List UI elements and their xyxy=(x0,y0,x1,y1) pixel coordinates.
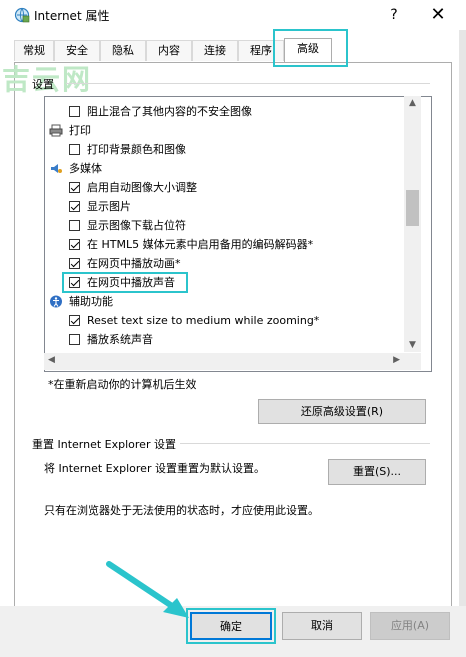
setting-row[interactable]: Reset text size to medium while zooming* xyxy=(45,311,405,330)
setting-row[interactable]: 阻止混合了其他内容的不安全图像 xyxy=(45,102,405,121)
checkbox[interactable] xyxy=(69,144,80,155)
setting-row[interactable]: 在网页中播放动画* xyxy=(45,254,405,273)
setting-row[interactable]: 打印背景颜色和图像 xyxy=(45,140,405,159)
play-sounds-highlight-box xyxy=(62,272,188,293)
horizontal-scrollbar[interactable]: ◀ ▶ xyxy=(44,353,404,370)
ie-globe-icon xyxy=(14,7,30,23)
checkbox[interactable] xyxy=(69,239,80,250)
setting-row[interactable]: 启用自动图像大小调整 xyxy=(45,178,405,197)
scroll-up-arrow-icon[interactable]: ▲ xyxy=(404,98,421,108)
scroll-left-arrow-icon[interactable]: ◀ xyxy=(48,355,55,365)
setting-label: 播放系统声音 xyxy=(87,333,153,346)
tab-content[interactable]: 内容 xyxy=(146,40,192,61)
setting-label: 阻止混合了其他内容的不安全图像 xyxy=(87,105,252,118)
tab-connections[interactable]: 连接 xyxy=(192,40,238,61)
tab-highlight-box xyxy=(273,29,348,67)
setting-label: 打印背景颜色和图像 xyxy=(87,143,186,156)
category-label: 多媒体 xyxy=(69,162,102,175)
checkbox[interactable] xyxy=(69,258,80,269)
setting-row[interactable]: 显示图片 xyxy=(45,197,405,216)
setting-label: Reset text size to medium while zooming* xyxy=(87,314,320,327)
restart-note: *在重新启动你的计算机后生效 xyxy=(48,378,197,391)
settings-divider xyxy=(66,83,430,84)
checkbox[interactable] xyxy=(69,220,80,231)
setting-label: 在网页中播放动画* xyxy=(87,257,181,270)
tab-privacy[interactable]: 隐私 xyxy=(100,40,146,61)
printer-icon xyxy=(49,124,63,137)
setting-category: 辅助功能 xyxy=(45,292,405,311)
setting-category: 多媒体 xyxy=(45,159,405,178)
close-button[interactable]: ✕ xyxy=(424,4,452,26)
reset-description: 将 Internet Explorer 设置重置为默认设置。 xyxy=(44,462,265,475)
reset-section-title: 重置 Internet Explorer 设置 xyxy=(32,438,176,451)
scroll-right-arrow-icon[interactable]: ▶ xyxy=(393,355,400,365)
cancel-button[interactable]: 取消 xyxy=(282,612,362,640)
checkbox[interactable] xyxy=(69,182,80,193)
restore-advanced-settings-button[interactable]: 还原高级设置(R) xyxy=(258,399,426,424)
scroll-down-arrow-icon[interactable]: ▼ xyxy=(404,340,421,350)
setting-label: 启用自动图像大小调整 xyxy=(87,181,197,194)
checkbox[interactable] xyxy=(69,315,80,326)
setting-label: 显示图像下载占位符 xyxy=(87,219,186,232)
reset-warning: 只有在浏览器处于无法使用的状态时，才应使用此设置。 xyxy=(44,504,319,517)
reset-divider xyxy=(180,443,430,444)
setting-row[interactable]: 播放系统声音 xyxy=(45,330,405,349)
help-button[interactable]: ? xyxy=(380,4,408,26)
ok-highlight-box xyxy=(186,608,276,644)
checkbox[interactable] xyxy=(69,106,80,117)
category-label: 辅助功能 xyxy=(69,295,113,308)
setting-label: 显示图片 xyxy=(87,200,131,213)
apply-button[interactable]: 应用(A) xyxy=(370,612,450,640)
multimedia-icon xyxy=(49,162,63,175)
annotation-arrow-icon xyxy=(106,561,189,618)
settings-group-label: 设置 xyxy=(32,78,54,91)
reset-button[interactable]: 重置(S)... xyxy=(328,459,426,485)
checkbox[interactable] xyxy=(69,334,80,345)
setting-row[interactable]: 在 HTML5 媒体元素中启用备用的编码解码器* xyxy=(45,235,405,254)
setting-row[interactable]: 显示图像下载占位符 xyxy=(45,216,405,235)
setting-label: 在 HTML5 媒体元素中启用备用的编码解码器* xyxy=(87,238,314,251)
window-title: Internet 属性 xyxy=(34,9,110,23)
category-label: 打印 xyxy=(69,124,91,137)
vertical-scroll-thumb[interactable] xyxy=(406,190,419,226)
setting-category: 打印 xyxy=(45,121,405,140)
settings-listbox[interactable]: 阻止混合了其他内容的不安全图像 打印 打印背景颜色和图像 多媒体 启用自动图像大… xyxy=(44,96,432,372)
checkbox[interactable] xyxy=(69,201,80,212)
accessibility-icon xyxy=(49,295,63,308)
background-window-edge xyxy=(459,0,466,657)
scrollbar-corner xyxy=(404,353,421,370)
